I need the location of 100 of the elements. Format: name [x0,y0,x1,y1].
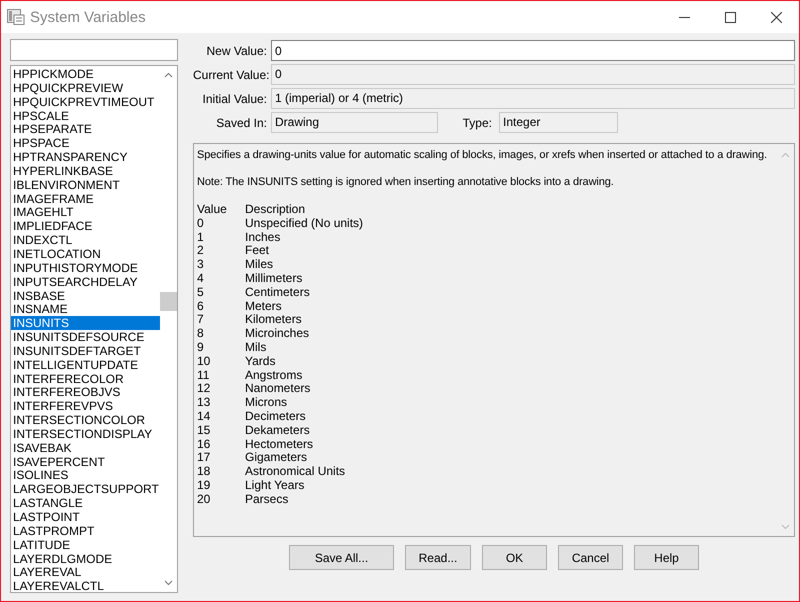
table-cell-text: 19 [197,478,212,492]
table-cell: Decimeters [245,408,306,423]
dialog-button[interactable]: Read... [405,545,471,570]
table-cell-text: 7 [197,312,205,326]
list-item[interactable]: LASTPOINT [11,510,160,524]
table-cell-text: 3 [197,257,205,271]
list-item[interactable]: IMAGEHLT [11,205,160,220]
table-cell-text: 2 [197,243,205,258]
list-item[interactable]: LASTANGLE [11,496,160,510]
table-cell: Inches [245,230,280,244]
column-header: Value [197,202,228,216]
list-item[interactable]: IMAGEFRAME [11,192,160,206]
list-item[interactable]: INTERFERECOLOR [11,372,160,386]
list-item[interactable]: LAYEREVALCTL [11,579,160,592]
list-item[interactable]: INPUTSEARCHDELAY [11,274,160,288]
field-label: New Value: [206,44,268,58]
column-header: Description [245,202,306,216]
table-cell-text: 15 [197,422,212,437]
new-value-field[interactable]: 0 [271,40,795,61]
dialog-button[interactable]: Cancel [558,545,623,570]
table-cell: Yards [245,354,276,368]
search-field[interactable] [10,39,178,61]
table-cell: Angstroms [245,368,302,382]
list-item[interactable]: LATITUDE [11,538,160,552]
list-item[interactable]: INPUTHISTORYMODE [11,260,160,275]
table-cell-text: 11 [197,368,210,382]
field-label: Saved In: [215,116,268,130]
table-cell: Light Years [245,478,304,492]
list-item[interactable]: LARGEOBJECTSUPPORT [11,482,160,496]
list-item[interactable]: INETLOCATION [11,246,160,261]
list-item[interactable]: HPPICKMODE [11,67,160,81]
table-cell-text: 10 [197,354,212,368]
list-item[interactable]: INTERSECTIONDISPLAY [11,426,160,441]
dialog-button[interactable]: OK [482,545,547,570]
table-cell-text: 18 [197,464,212,478]
table-cell: Astronomical Units [245,464,346,478]
table-cell: Millimeters [245,270,302,285]
list-item[interactable]: HPSEPARATE [11,122,160,136]
maximize-icon[interactable] [725,12,736,22]
list-item[interactable]: INDEXCTL [11,233,160,247]
type-field: Integer [499,112,618,133]
list-item[interactable]: INSUNITS [11,316,160,330]
list-item[interactable]: LAYEREVAL [11,565,160,580]
field-label: Current Value: [193,68,270,82]
table-cell-text: 9 [197,340,205,354]
table-cell: Parsecs [245,492,288,506]
table-cell-text: 14 [197,408,212,423]
current-value-field: 0 [271,64,795,85]
description-text: Note: The INSUNITS setting is ignored when inserting annotative blocks into a drawing. [197,175,615,189]
list-item[interactable]: LASTPROMPT [11,524,160,538]
table-cell: Feet [245,243,270,258]
close-icon[interactable] [771,12,782,22]
window-icon [7,9,25,25]
table-cell: Meters [245,298,282,312]
list-item[interactable]: IBLENVIRONMENT [11,178,160,192]
field-label: Initial Value: [202,92,268,106]
table-cell: Microinches [245,326,310,340]
table-cell-text: 12 [197,381,212,396]
scroll-down-icon[interactable] [164,580,173,586]
saved-in-field: Drawing [271,112,438,133]
table-cell: Hectometers [245,436,314,450]
table-cell-text: 16 [197,436,212,450]
list-item[interactable]: ISAVEPERCENT [11,454,160,468]
table-cell-text: 6 [197,298,205,312]
list-item[interactable]: HPSCALE [11,108,160,122]
list-item[interactable]: INSUNITSDEFTARGET [11,344,160,358]
list-item[interactable]: ISAVEBAK [11,440,160,455]
table-cell-text: 17 [197,450,212,464]
table-cell: Kilometers [245,312,302,326]
list-item[interactable]: HPSPACE [11,136,160,150]
list-item[interactable]: HPQUICKPREVIEW [11,80,160,95]
table-cell: Centimeters [245,284,310,299]
table-cell-text: 13 [197,395,212,409]
table-cell-text: 0 [197,216,205,230]
table-cell: Gigameters [245,450,308,464]
list-item[interactable]: HPTRANSPARENCY [11,150,160,164]
list-item[interactable]: INTERFEREOBJVS [11,385,160,400]
scroll-thumb[interactable] [160,292,177,311]
description-text: Specifies a drawing-units value for automatic scaling of blocks, images, or xrefs when inserted or attached to a drawing. [197,148,768,162]
table-cell-text: 1 [197,230,205,244]
list-item[interactable]: INTERSECTIONCOLOR [11,413,160,427]
table-cell: Miles [245,257,274,271]
table-cell: Microns [245,395,288,409]
scroll-up-icon[interactable] [164,72,173,78]
list-item[interactable]: ISOLINES [11,468,160,482]
list-item[interactable]: INTERFEREVPVS [11,399,160,414]
table-cell: Mils [245,340,266,354]
list-item[interactable]: INTELLIGENTUPDATE [11,358,160,372]
list-item[interactable]: HPQUICKPREVTIMEOUT [11,94,160,109]
table-cell: Dekameters [245,422,310,437]
list-item[interactable]: HYPERLINKBASE [11,164,160,178]
table-cell-text: 8 [197,326,205,340]
list-item[interactable]: INSUNITSDEFSOURCE [11,330,160,344]
dialog-button[interactable]: Save All... [289,545,394,570]
list-item[interactable]: INSNAME [11,302,160,316]
dialog-button[interactable]: Help [634,545,699,570]
table-cell-text: 20 [197,492,212,506]
list-item[interactable]: LAYERDLGMODE [11,552,160,566]
list-item[interactable]: IMPLIEDFACE [11,219,160,234]
list-item[interactable]: INSBASE [11,288,160,302]
